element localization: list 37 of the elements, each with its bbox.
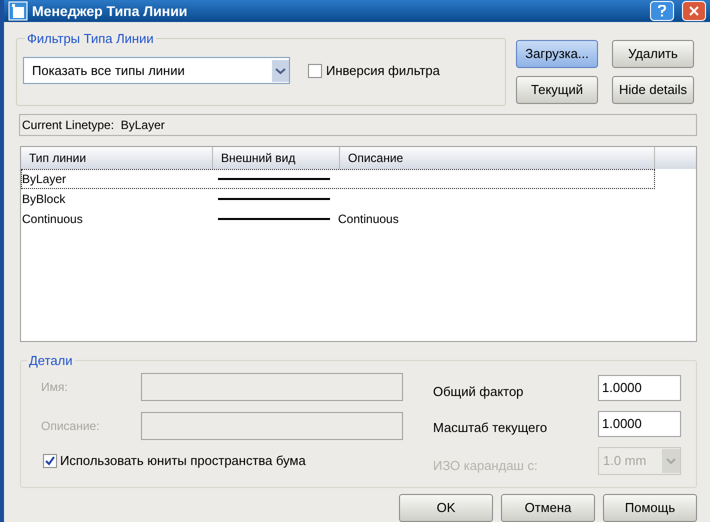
- field-label: Имя:: [41, 379, 69, 396]
- paper-units-checkbox[interactable]: Использовать юниты пространства бума: [43, 451, 421, 470]
- input-field[interactable]: [141, 373, 403, 401]
- close-icon: [689, 6, 699, 16]
- button[interactable]: Отмена: [501, 494, 595, 522]
- column-header[interactable]: Внешний вид: [213, 147, 340, 169]
- linetype-filter-dropdown[interactable]: Показать все типы линии: [23, 57, 290, 84]
- field-label: ИЗО карандаш с:: [433, 456, 539, 475]
- check-icon: [45, 456, 55, 466]
- help-icon: [658, 5, 666, 17]
- table-cell-text: ByBlock: [22, 191, 66, 208]
- button[interactable]: Удалить: [612, 40, 694, 68]
- table-row[interactable]: ByBlock: [21, 189, 655, 209]
- input-field[interactable]: [141, 412, 403, 440]
- field-label: Общий фактор: [433, 382, 524, 401]
- help-button[interactable]: [650, 1, 674, 21]
- button[interactable]: Загрузка...: [516, 40, 598, 68]
- invert-filter-checkbox[interactable]: Инверсия фильтра: [308, 60, 440, 80]
- app-icon: [8, 1, 28, 21]
- button[interactable]: OK: [399, 494, 493, 522]
- current-linetype-bar: Current Linetype: ByLayer: [19, 114, 697, 136]
- input-field[interactable]: 1.0000: [598, 375, 681, 401]
- table-cell-text: ByLayer: [22, 171, 68, 188]
- button[interactable]: Текущий: [516, 76, 598, 104]
- column-header[interactable]: Описание: [340, 147, 655, 169]
- table-row[interactable]: ByLayer: [21, 169, 655, 189]
- window-title: Менеджер Типа Линии: [32, 2, 188, 21]
- field-label: Масштаб текущего: [433, 418, 548, 437]
- close-button[interactable]: [682, 1, 706, 21]
- input-field[interactable]: 1.0000: [598, 411, 681, 437]
- button[interactable]: Hide details: [612, 76, 694, 104]
- button[interactable]: Помощь: [603, 494, 697, 522]
- table-row[interactable]: Continuous Continuous: [21, 209, 655, 229]
- column-header[interactable]: Тип линии: [21, 147, 213, 169]
- table-cell-text: Continuous: [22, 211, 84, 228]
- field-label: Описание:: [41, 418, 101, 435]
- table-cell-text: Continuous: [338, 211, 399, 228]
